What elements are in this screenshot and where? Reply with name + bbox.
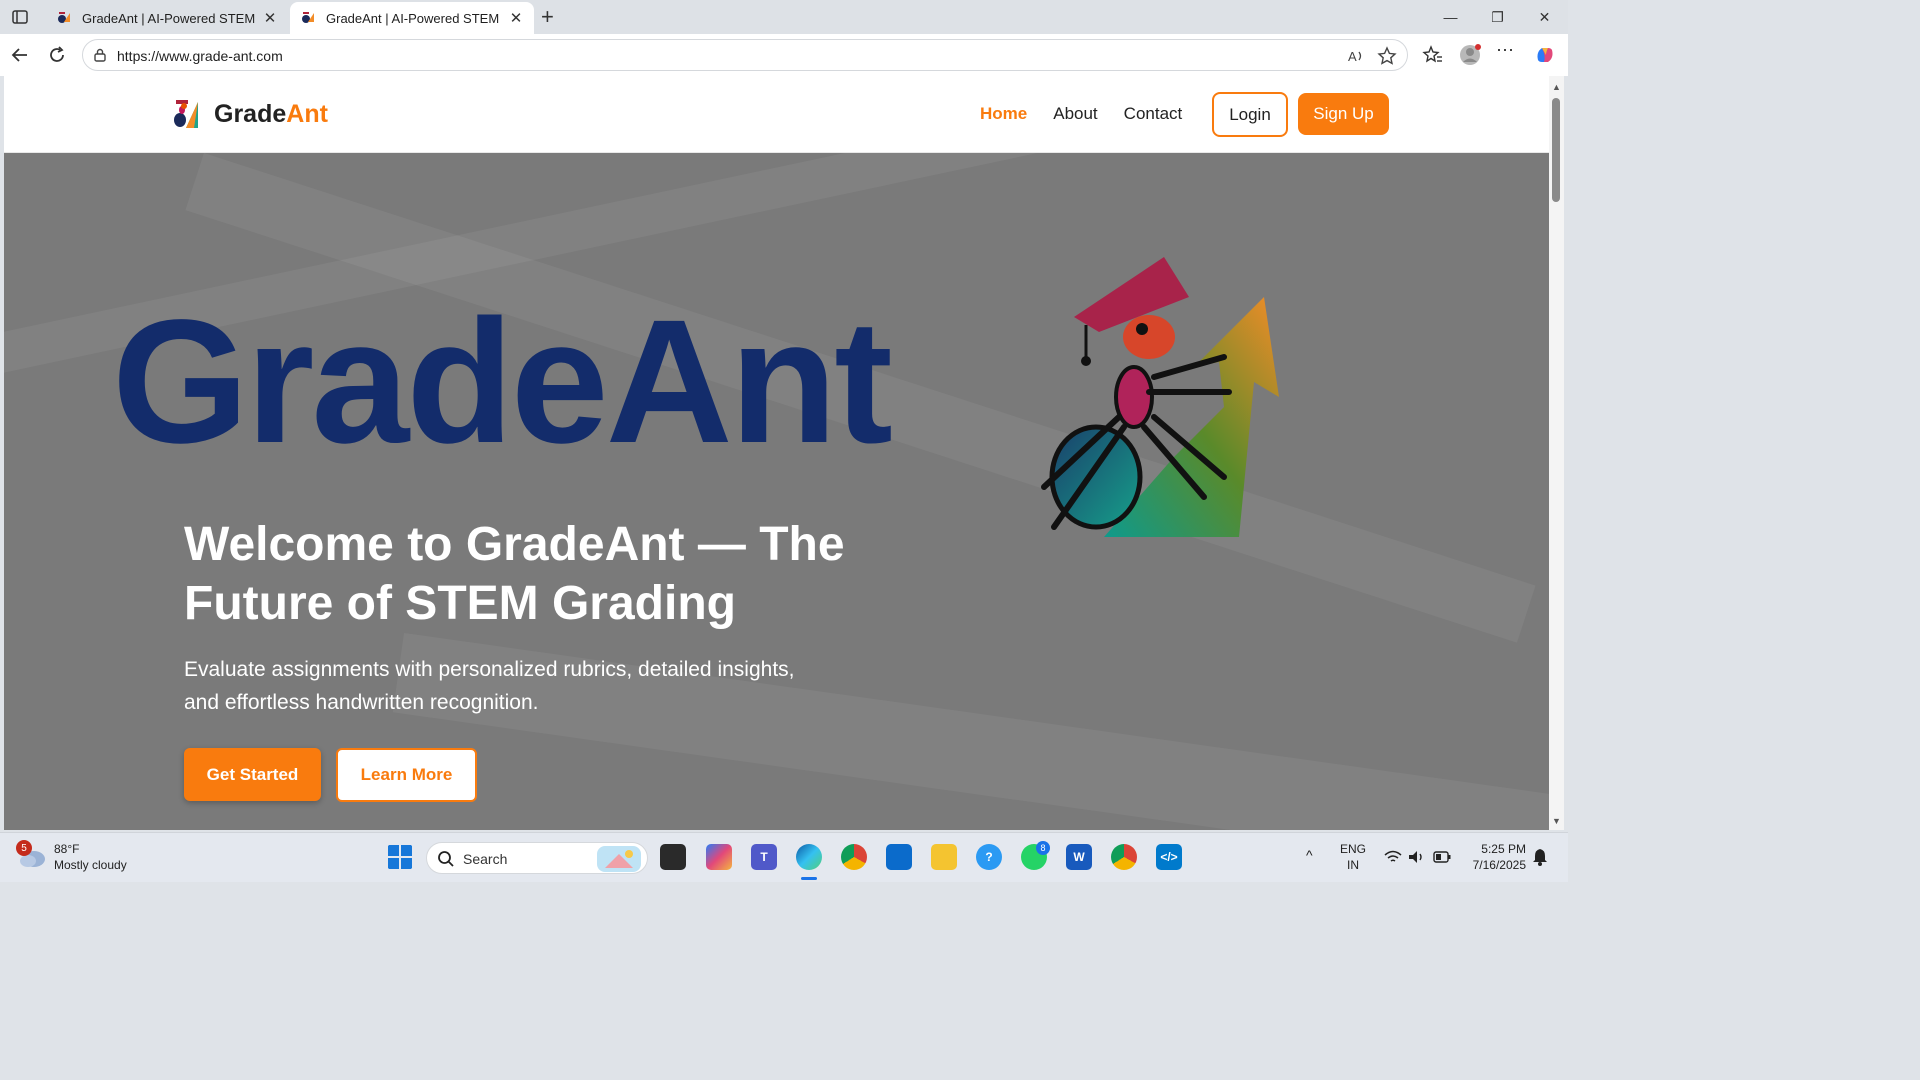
nav-contact[interactable]: Contact <box>1124 104 1183 124</box>
lang-code: ENG <box>1340 842 1367 856</box>
restore-icon[interactable]: ❐ <box>1474 0 1521 34</box>
active-app-indicator <box>801 877 817 880</box>
learn-more-button[interactable]: Learn More <box>336 748 477 802</box>
page-scrollbar[interactable]: ▲ ▼ <box>1549 76 1564 830</box>
url-text: https://www.grade-ant.com <box>117 48 283 64</box>
ant-graduate-mascot-icon <box>1041 257 1279 537</box>
gradeant-favicon-icon <box>302 12 314 23</box>
weather-alert-badge: 5 <box>16 840 32 856</box>
new-tab-icon[interactable]: + <box>541 4 554 30</box>
scrollbar-thumb[interactable] <box>1552 98 1560 202</box>
word-icon[interactable]: W <box>1066 844 1092 870</box>
chrome-profile-icon[interactable] <box>1111 844 1137 870</box>
whatsapp-badge: 8 <box>1036 841 1050 855</box>
search-highlight-icon <box>597 846 641 872</box>
hero-wordmark: GradeAnt <box>112 284 893 480</box>
notifications-icon[interactable] <box>1532 848 1548 866</box>
search-icon <box>438 851 454 867</box>
windows-start-icon[interactable] <box>387 844 413 870</box>
close-tab-icon[interactable]: ✕ <box>262 9 278 27</box>
copilot-app-icon[interactable] <box>706 844 732 870</box>
region-code: IN <box>1347 858 1359 872</box>
svg-text:A: A <box>1348 49 1357 64</box>
site-header: GradeAnt Home About Contact Login Sign U… <box>4 76 1549 153</box>
gradeant-logo-icon <box>174 100 198 128</box>
show-hidden-icons-icon[interactable]: ^ <box>1306 847 1313 863</box>
signup-button[interactable]: Sign Up <box>1298 93 1389 135</box>
tab-actions-icon[interactable] <box>10 7 30 27</box>
close-window-icon[interactable]: ✕ <box>1521 0 1568 34</box>
weather-widget[interactable]: 5 88°F Mostly cloudy <box>16 840 127 873</box>
microsoft-store-icon[interactable] <box>886 844 912 870</box>
taskbar-search[interactable]: Search <box>426 842 648 874</box>
search-label: Search <box>463 851 508 867</box>
get-started-button[interactable]: Get Started <box>184 748 321 801</box>
hero-subtext: Evaluate assignments with personalized r… <box>184 658 795 714</box>
hero-headline: Welcome to GradeAnt — The Future of STEM… <box>184 518 845 630</box>
minimize-icon[interactable]: — <box>1427 0 1474 34</box>
main-navigation: Home About Contact <box>980 104 1182 124</box>
gradeant-favicon-icon <box>58 12 70 23</box>
scroll-up-icon[interactable]: ▲ <box>1552 82 1561 92</box>
language-indicator[interactable]: ENG IN <box>1340 841 1366 873</box>
date: 7/16/2025 <box>1472 858 1526 872</box>
read-aloud-icon[interactable]: A <box>1347 47 1365 65</box>
more-options-icon[interactable]: ⋯ <box>1496 40 1518 62</box>
window-controls: — ❐ ✕ <box>1427 0 1568 34</box>
favorite-star-icon[interactable] <box>1377 46 1397 66</box>
browser-tab-2[interactable]: GradeAnt | AI-Powered STEM Home ✕ <box>290 2 534 34</box>
web-page: GradeAnt Home About Contact Login Sign U… <box>4 76 1549 830</box>
file-explorer-icon[interactable] <box>931 844 957 870</box>
profile-avatar-icon[interactable] <box>1459 44 1481 66</box>
scroll-down-icon[interactable]: ▼ <box>1552 816 1561 826</box>
address-bar[interactable]: https://www.grade-ant.com A <box>82 39 1408 71</box>
edge-icon[interactable] <box>796 844 822 870</box>
tab-title: GradeAnt | AI-Powered STEM Home <box>82 10 256 26</box>
time: 5:25 PM <box>1481 842 1526 856</box>
chrome-icon[interactable] <box>841 844 867 870</box>
site-info-icon[interactable] <box>93 48 107 62</box>
battery-icon[interactable] <box>1433 851 1451 863</box>
vscode-icon[interactable]: </> <box>1156 844 1182 870</box>
teams-icon[interactable]: T <box>751 844 777 870</box>
back-icon[interactable] <box>10 45 30 65</box>
close-tab-icon[interactable]: ✕ <box>508 9 524 27</box>
nav-about[interactable]: About <box>1053 104 1097 124</box>
temperature: 88°F <box>54 842 80 856</box>
nav-home[interactable]: Home <box>980 104 1027 124</box>
login-button[interactable]: Login <box>1212 92 1288 137</box>
cloud-icon: 5 <box>16 840 46 870</box>
tab-title: GradeAnt | AI-Powered STEM Home <box>326 10 502 26</box>
brand-logo[interactable]: GradeAnt <box>170 98 328 130</box>
hero-section: GradeAnt Welcome to GradeAnt — The Futur… <box>4 153 1549 830</box>
refresh-icon[interactable] <box>47 45 67 65</box>
task-view-icon[interactable] <box>660 844 686 870</box>
volume-icon[interactable] <box>1408 850 1426 864</box>
browser-toolbar: https://www.grade-ant.com A ⋯ <box>0 34 1568 76</box>
clock[interactable]: 5:25 PM 7/16/2025 <box>1466 841 1526 873</box>
help-icon[interactable]: ? <box>976 844 1002 870</box>
browser-tab-strip: GradeAnt | AI-Powered STEM Home ✕ GradeA… <box>0 0 1568 34</box>
brand-name: GradeAnt <box>214 99 328 128</box>
weather-condition: Mostly cloudy <box>54 858 127 872</box>
browser-tab-1[interactable]: GradeAnt | AI-Powered STEM Home ✕ <box>46 2 288 34</box>
favorites-icon[interactable] <box>1422 44 1444 66</box>
windows-taskbar: 5 88°F Mostly cloudy Search T ? 8 W </> … <box>0 832 1568 882</box>
wifi-icon[interactable] <box>1384 850 1402 864</box>
copilot-icon[interactable] <box>1534 44 1556 66</box>
